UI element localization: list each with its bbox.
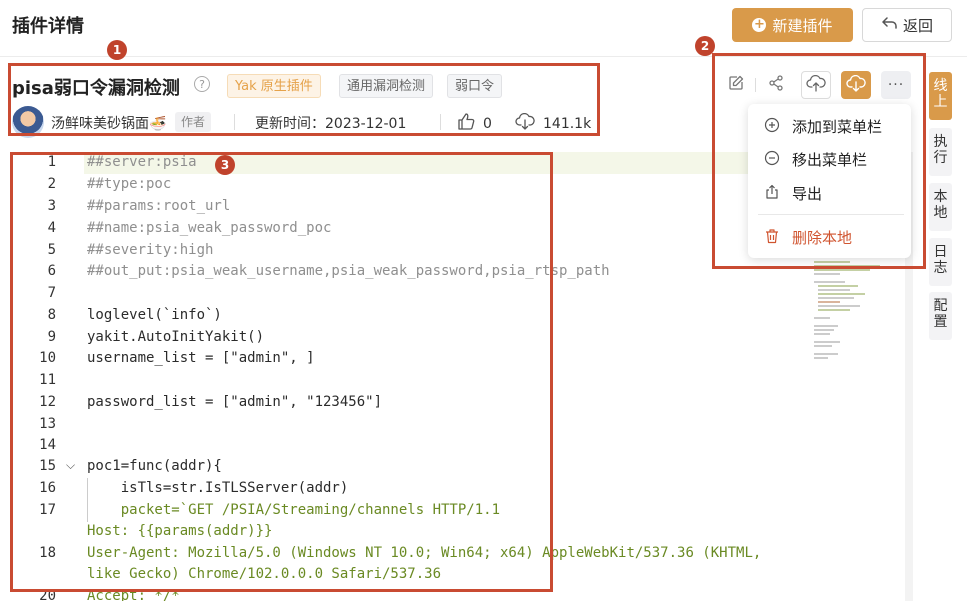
annotation-badge-3: 3 (215, 155, 235, 175)
tab-local[interactable]: 本地 (929, 183, 952, 231)
back-button[interactable]: 返回 (862, 8, 952, 42)
page-title: 插件详情 (12, 16, 84, 37)
new-plugin-label: 新建插件 (772, 16, 833, 35)
annotation-badge-2: 2 (695, 36, 715, 56)
tab-log[interactable]: 日志 (929, 238, 952, 286)
back-arrow-icon (881, 16, 897, 34)
new-plugin-button[interactable]: + 新建插件 (732, 8, 853, 42)
plus-icon: + (752, 17, 767, 32)
annotation-box-2 (712, 53, 926, 269)
annotation-box-1 (8, 63, 600, 136)
tab-config[interactable]: 配置 (929, 292, 952, 340)
tab-execute[interactable]: 执行 (929, 128, 952, 176)
annotation-badge-1: 1 (107, 40, 127, 60)
back-label: 返回 (902, 16, 933, 35)
annotation-box-3 (10, 152, 553, 592)
tab-online[interactable]: 线上 (929, 72, 952, 120)
